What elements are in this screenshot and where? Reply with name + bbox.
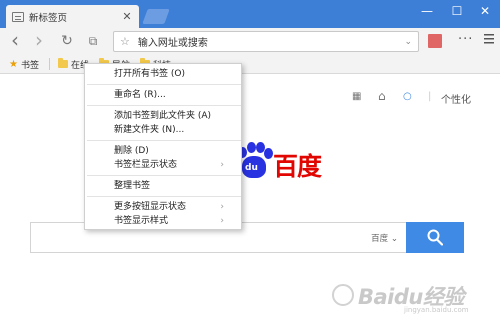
search-button[interactable] [406,222,464,253]
menu-divider [87,196,241,197]
maximize-button[interactable]: ☐ [443,2,471,20]
menu-item-rename[interactable]: 重命名 (R)... [85,88,241,102]
tab-close-icon[interactable]: ✕ [121,10,133,23]
watermark: Baidu经验 jingyan.baidu.com [332,281,496,315]
menu-divider [87,175,241,176]
new-tab-button[interactable] [142,9,170,24]
tab-new-tab[interactable]: 新标签页 ✕ [6,5,139,28]
baidu-logo[interactable]: du 百度 [236,142,346,181]
paw-icon [332,284,354,306]
logo-text: 百度 [273,152,322,181]
close-window-button[interactable]: ✕ [471,2,499,20]
menu-item-bookmark-style[interactable]: 书签显示样式 › [85,214,241,228]
toolbar: ‹ › ↻ ⧉ ☆ 输入网址或搜索 ⌄ ··· [0,28,500,55]
menu-divider [87,84,241,85]
page-icon [12,11,24,22]
hamburger-menu-icon[interactable] [484,34,494,46]
reload-button[interactable]: ↻ [58,32,76,50]
home-icon[interactable]: ⌂ [378,89,386,103]
star-icon: ★ [9,58,18,70]
menu-item-label: 书签显示样式 [114,216,169,226]
bookmark-root[interactable]: ★ 书签 [9,58,39,71]
menu-item-label: 更多按钮显示状态 [114,202,187,212]
menu-item-delete[interactable]: 删除 (D) [85,144,241,158]
bookmark-label: 书签 [20,60,39,71]
grid-icon[interactable]: ▦ [352,91,361,105]
reader-icon[interactable]: ⧉ [84,32,102,50]
address-input[interactable]: 输入网址或搜索 [138,34,405,49]
bookmarks-bar: ★ 书签 在线 导航 科技 [0,55,500,74]
logo-du: du [245,163,258,173]
address-bar[interactable]: ☆ 输入网址或搜索 ⌄ [113,31,419,52]
star-icon[interactable]: ☆ [120,35,130,48]
tab-title: 新标签页 [29,12,68,24]
personalize-link[interactable]: 个性化 [441,91,471,106]
menu-divider [87,140,241,141]
divider [48,58,50,70]
context-menu: 打开所有书签 (O) 重命名 (R)... 添加书签到此文件夹 (A) 新建文件… [84,63,242,230]
search-icon [427,229,443,246]
menu-item-label: 书签栏显示状态 [114,160,178,170]
menu-divider [87,105,241,106]
chevron-right-icon: › [220,216,224,226]
chevron-right-icon: › [220,160,224,170]
menu-item-add-bookmark[interactable]: 添加书签到此文件夹 (A) [85,109,241,123]
minimize-button[interactable]: — [413,2,441,20]
watermark-url: jingyan.baidu.com [404,306,469,314]
more-menu-button[interactable]: ··· [458,32,473,47]
forward-button[interactable]: › [30,30,48,50]
extension-icon[interactable] [428,34,442,48]
divider: | [428,91,432,102]
menu-item-bookmark-bar-state[interactable]: 书签栏显示状态 › [85,158,241,172]
menu-item-open-all[interactable]: 打开所有书签 (O) [85,67,241,81]
search-icon[interactable]: ○ [403,91,412,105]
back-button[interactable]: ‹ [6,30,24,50]
search-engine-select[interactable]: 百度 ⌄ [371,232,398,244]
menu-item-new-folder[interactable]: 新建文件夹 (N)... [85,123,241,137]
title-bar: 新标签页 ✕ — ☐ ✕ [0,0,500,28]
chevron-down-icon[interactable]: ⌄ [404,37,412,47]
folder-icon [57,58,68,68]
menu-item-organize[interactable]: 整理书签 [85,179,241,193]
menu-item-more-buttons-state[interactable]: 更多按钮显示状态 › [85,200,241,214]
chevron-right-icon: › [220,202,224,212]
